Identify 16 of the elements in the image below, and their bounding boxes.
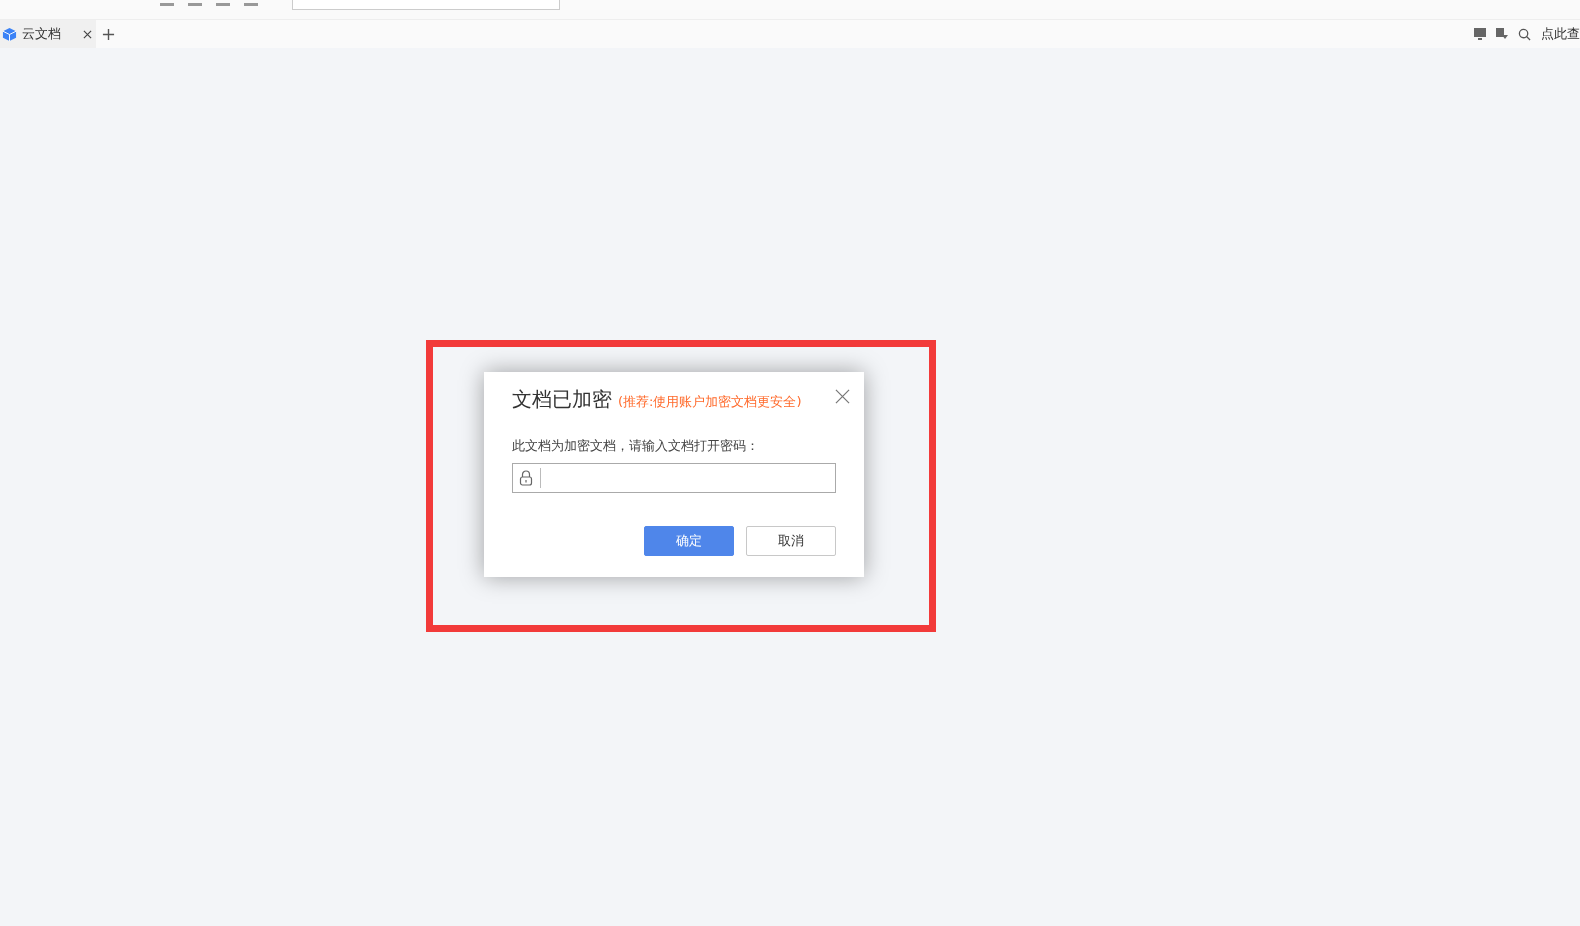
dialog-title: 文档已加密: [512, 387, 612, 411]
password-field[interactable]: [512, 462, 836, 493]
dropdown-icon[interactable]: [1496, 28, 1508, 40]
search-icon[interactable]: [1518, 27, 1531, 41]
prompt-text: 此文档为加密文档，请输入文档打开密码：: [512, 437, 760, 455]
hint-text: (推荐:使用账户加密文档更安全): [618, 394, 802, 409]
document-tab[interactable]: 云文档: [0, 20, 96, 48]
search-link[interactable]: 点此查: [1541, 24, 1580, 44]
lock-icon: [519, 469, 533, 486]
cancel-button[interactable]: 取消: [746, 525, 836, 556]
close-icon[interactable]: [83, 29, 92, 39]
cube-icon: [2, 26, 17, 42]
plus-icon[interactable]: [102, 28, 115, 41]
tab-label: 云文档: [22, 25, 62, 44]
screen-icon[interactable]: [1474, 28, 1486, 40]
confirm-button[interactable]: 确定: [644, 525, 734, 556]
